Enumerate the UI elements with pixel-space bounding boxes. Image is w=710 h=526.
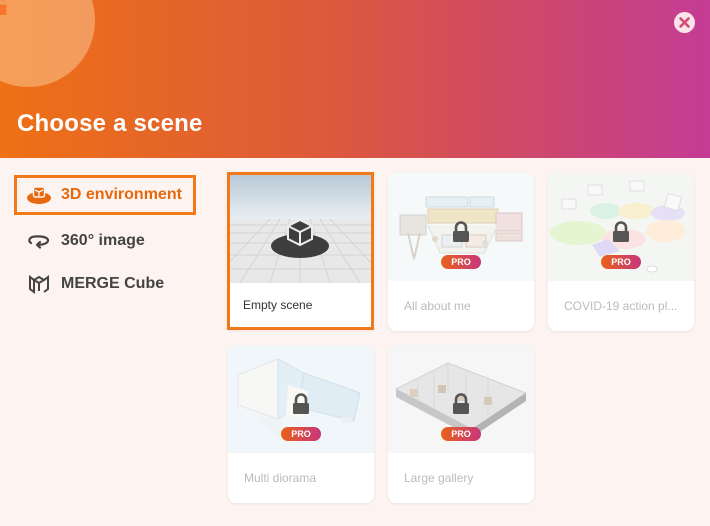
scene-card-label: Large gallery [404,471,474,485]
sidebar-item-3d-environment[interactable]: 3D environment [14,175,196,215]
scene-card-label: Multi diorama [244,471,317,485]
help-badge: ? [0,0,95,87]
scene-card-large-gallery[interactable]: PRO Large gallery [388,345,534,503]
scene-card-covid-19-action-plan[interactable]: PRO COVID-19 action pl... [548,173,694,331]
lock-icon [293,393,309,414]
pro-badge: PRO [441,255,481,269]
lock-icon [613,221,629,242]
scene-card-empty-scene[interactable]: Empty scene [227,172,374,330]
choose-scene-dialog: ? Choose a scene 3D environment [0,0,710,526]
scene-card-label: COVID-19 action pl... [564,299,678,313]
sidebar-item-label: 3D environment [61,186,182,203]
lock-icon [453,393,469,414]
scene-thumbnail: PRO [388,345,534,453]
sidebar-item-360-image[interactable]: 360° image [14,221,196,261]
360-image-icon [26,231,52,251]
scene-card-label: All about me [404,299,471,313]
3d-environment-icon [26,185,52,205]
sidebar-item-merge-cube[interactable]: MERGE Cube [14,264,196,304]
scene-thumbnail: PRO [548,173,694,281]
close-icon [679,17,690,28]
scene-card-multi-diorama[interactable]: PRO Multi diorama [228,345,374,503]
merge-cube-icon [26,274,52,294]
scene-thumbnail: PRO [228,345,374,453]
sidebar-item-label: 360° image [61,232,145,249]
dialog-header: ? Choose a scene [0,0,710,158]
scene-card-label: Empty scene [243,298,313,312]
pro-badge: PRO [281,427,321,441]
scene-thumbnail [230,175,371,283]
pro-badge: PRO [601,255,641,269]
close-button[interactable] [674,12,695,33]
question-mark-icon: ? [0,0,26,28]
scene-thumbnail: PRO [388,173,534,281]
scene-card-all-about-me[interactable]: PRO All about me [388,173,534,331]
page-title: Choose a scene [17,110,203,137]
pro-badge: PRO [441,427,481,441]
lock-icon [453,221,469,242]
sidebar-item-label: MERGE Cube [61,275,165,292]
